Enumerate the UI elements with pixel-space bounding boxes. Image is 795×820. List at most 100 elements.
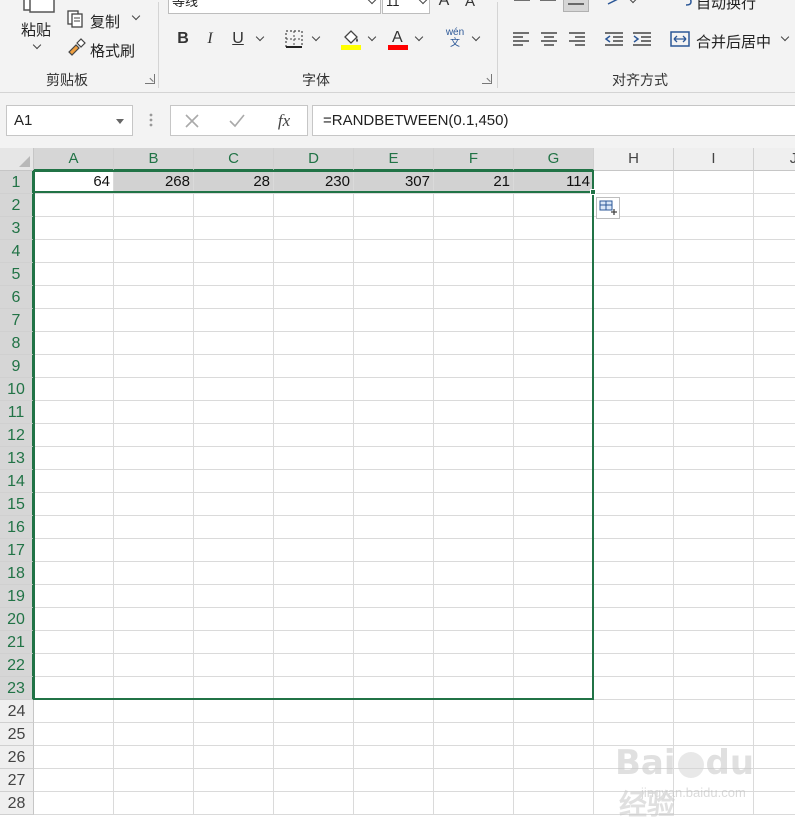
cell-h12[interactable] xyxy=(594,424,674,447)
merge-center-dropdown-icon[interactable] xyxy=(780,32,790,42)
cell-i2[interactable] xyxy=(674,194,754,217)
cell-i14[interactable] xyxy=(674,470,754,493)
cell-b15[interactable] xyxy=(114,493,194,516)
cell-b14[interactable] xyxy=(114,470,194,493)
row-header-19[interactable]: 19 xyxy=(0,585,34,608)
cell-h19[interactable] xyxy=(594,585,674,608)
row-header-25[interactable]: 25 xyxy=(0,723,34,746)
cell-g28[interactable] xyxy=(514,792,594,815)
cell-i24[interactable] xyxy=(674,700,754,723)
cell-g18[interactable] xyxy=(514,562,594,585)
cell-f25[interactable] xyxy=(434,723,514,746)
orientation-dropdown-icon[interactable] xyxy=(628,0,638,4)
cell-j3[interactable] xyxy=(754,217,795,240)
name-box[interactable]: A1 xyxy=(6,105,133,136)
cell-h6[interactable] xyxy=(594,286,674,309)
cell-i21[interactable] xyxy=(674,631,754,654)
cell-j9[interactable] xyxy=(754,355,795,378)
paste-dropdown-icon[interactable] xyxy=(32,40,42,50)
align-middle-icon[interactable] xyxy=(538,0,558,8)
cell-j12[interactable] xyxy=(754,424,795,447)
cell-g24[interactable] xyxy=(514,700,594,723)
cell-c9[interactable] xyxy=(194,355,274,378)
cell-i22[interactable] xyxy=(674,654,754,677)
cell-d4[interactable] xyxy=(274,240,354,263)
font-name-select[interactable]: 等线 xyxy=(168,0,381,14)
cell-e21[interactable] xyxy=(354,631,434,654)
cell-e25[interactable] xyxy=(354,723,434,746)
row-header-3[interactable]: 3 xyxy=(0,217,34,240)
cell-i12[interactable] xyxy=(674,424,754,447)
cell-b3[interactable] xyxy=(114,217,194,240)
cell-c10[interactable] xyxy=(194,378,274,401)
cell-a8[interactable] xyxy=(34,332,114,355)
cell-d7[interactable] xyxy=(274,309,354,332)
cell-h7[interactable] xyxy=(594,309,674,332)
cell-f20[interactable] xyxy=(434,608,514,631)
row-header-10[interactable]: 10 xyxy=(0,378,34,401)
cell-e4[interactable] xyxy=(354,240,434,263)
cell-j5[interactable] xyxy=(754,263,795,286)
cell-d24[interactable] xyxy=(274,700,354,723)
cell-f5[interactable] xyxy=(434,263,514,286)
cell-c26[interactable] xyxy=(194,746,274,769)
cell-a13[interactable] xyxy=(34,447,114,470)
cell-d28[interactable] xyxy=(274,792,354,815)
cancel-icon[interactable] xyxy=(183,112,201,130)
cell-c18[interactable] xyxy=(194,562,274,585)
cell-j8[interactable] xyxy=(754,332,795,355)
column-header-g[interactable]: G xyxy=(514,148,594,171)
row-header-27[interactable]: 27 xyxy=(0,769,34,792)
cell-j23[interactable] xyxy=(754,677,795,700)
cell-b22[interactable] xyxy=(114,654,194,677)
cell-b16[interactable] xyxy=(114,516,194,539)
cell-d20[interactable] xyxy=(274,608,354,631)
cell-e10[interactable] xyxy=(354,378,434,401)
cell-d22[interactable] xyxy=(274,654,354,677)
cell-a20[interactable] xyxy=(34,608,114,631)
cell-e16[interactable] xyxy=(354,516,434,539)
cell-f2[interactable] xyxy=(434,194,514,217)
align-right-icon[interactable] xyxy=(567,29,587,49)
cell-h10[interactable] xyxy=(594,378,674,401)
cell-f12[interactable] xyxy=(434,424,514,447)
cell-g16[interactable] xyxy=(514,516,594,539)
row-header-15[interactable]: 15 xyxy=(0,493,34,516)
cell-d15[interactable] xyxy=(274,493,354,516)
cell-f9[interactable] xyxy=(434,355,514,378)
cell-i20[interactable] xyxy=(674,608,754,631)
cell-i10[interactable] xyxy=(674,378,754,401)
cell-f10[interactable] xyxy=(434,378,514,401)
fill-color-dropdown-icon[interactable] xyxy=(367,32,377,42)
cell-b2[interactable] xyxy=(114,194,194,217)
cell-a28[interactable] xyxy=(34,792,114,815)
font-color-icon[interactable]: A xyxy=(387,27,409,51)
cell-f16[interactable] xyxy=(434,516,514,539)
cell-j7[interactable] xyxy=(754,309,795,332)
cell-e28[interactable] xyxy=(354,792,434,815)
cell-i18[interactable] xyxy=(674,562,754,585)
row-header-21[interactable]: 21 xyxy=(0,631,34,654)
cell-f6[interactable] xyxy=(434,286,514,309)
cell-i15[interactable] xyxy=(674,493,754,516)
cell-b6[interactable] xyxy=(114,286,194,309)
increase-font-size-icon[interactable]: A xyxy=(436,0,452,9)
cell-b1[interactable]: 268 xyxy=(114,171,194,194)
cell-j14[interactable] xyxy=(754,470,795,493)
cell-a3[interactable] xyxy=(34,217,114,240)
italic-button[interactable]: I xyxy=(203,29,217,49)
cell-a15[interactable] xyxy=(34,493,114,516)
cell-c25[interactable] xyxy=(194,723,274,746)
cell-e8[interactable] xyxy=(354,332,434,355)
cell-j20[interactable] xyxy=(754,608,795,631)
row-header-12[interactable]: 12 xyxy=(0,424,34,447)
borders-icon[interactable] xyxy=(284,29,304,49)
row-header-11[interactable]: 11 xyxy=(0,401,34,424)
column-header-i[interactable]: I xyxy=(674,148,754,171)
cell-b17[interactable] xyxy=(114,539,194,562)
cell-h4[interactable] xyxy=(594,240,674,263)
cell-a2[interactable] xyxy=(34,194,114,217)
clipboard-dialog-launcher[interactable] xyxy=(145,74,155,84)
phonetic-guide-icon[interactable]: wén 文 xyxy=(444,28,466,50)
cell-b11[interactable] xyxy=(114,401,194,424)
